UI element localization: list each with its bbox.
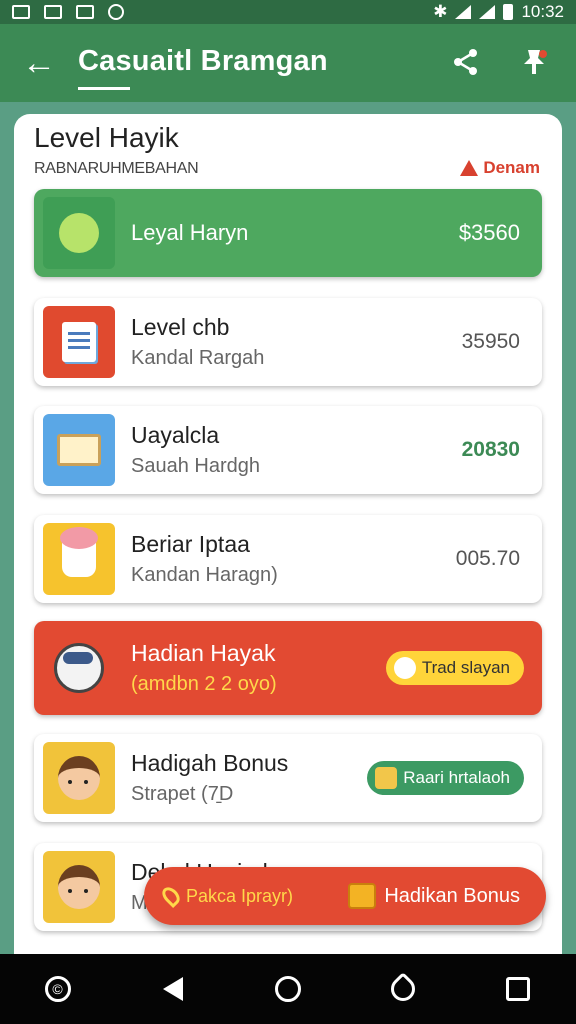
app-title: Casuaitl Bramgan: [78, 45, 328, 90]
item-thumbnail: [43, 632, 115, 704]
share-icon: [454, 49, 477, 75]
trade-pill-button[interactable]: Trad slayan: [385, 651, 524, 685]
document-icon: [62, 322, 96, 362]
character-icon: [59, 213, 99, 253]
item-subtitle: Strapet (7̱D: [131, 783, 234, 805]
location-icon: [158, 883, 184, 909]
item-subtitle: Kandal Rargah: [131, 347, 265, 369]
arrow-left-icon: ←: [22, 43, 56, 82]
item-value: 005.70: [455, 547, 520, 570]
pin-button[interactable]: [514, 42, 554, 82]
tag-icon: [386, 972, 421, 1006]
pakca-button[interactable]: Pakca Iprayr): [158, 883, 294, 909]
bluetooth-icon: ✱: [433, 2, 448, 21]
gift-icon: [348, 883, 377, 909]
battery-icon: [503, 4, 514, 20]
wifi-icon: [455, 5, 472, 19]
flag-icon: [375, 767, 398, 789]
tag-button[interactable]: [383, 969, 423, 1009]
item-thumbnail: [43, 523, 115, 595]
list-item[interactable]: Level chb Kandal Rargah 35950: [34, 298, 542, 386]
card-title: Level Hayik: [34, 122, 179, 153]
alert-label: Denam: [483, 158, 540, 177]
list-item[interactable]: Hadigah Bonus Strapet (7̱D Raari hrtalao…: [34, 734, 542, 822]
list-item[interactable]: Leyal Haryn $3560: [34, 189, 542, 277]
share-button[interactable]: [446, 42, 486, 82]
item-title: Beriar Iptaa: [131, 531, 250, 557]
recent-apps-icon: ©: [44, 976, 71, 1002]
robot-icon: [54, 643, 104, 693]
item-thumbnail: [43, 851, 115, 923]
fab-right-label: Hadikan Bonus: [384, 884, 520, 907]
board-icon: [57, 434, 101, 466]
item-subtitle: Sauah Hardgh: [131, 455, 260, 477]
alert-link[interactable]: Denam: [460, 158, 540, 178]
item-thumbnail: [43, 414, 115, 486]
ice-cream-icon: [60, 527, 98, 577]
item-title: Level chb: [131, 314, 230, 340]
item-subtitle: Kandan Haragn): [131, 564, 278, 586]
nav-back-button[interactable]: [153, 969, 193, 1009]
notification-icon: [12, 5, 30, 19]
item-value: 20830: [461, 438, 520, 461]
item-value: 35950: [461, 330, 520, 353]
bonus-button[interactable]: Hadikan Bonus: [348, 883, 520, 909]
item-title: Leyal Haryn: [131, 220, 249, 245]
system-nav-bar: ©: [0, 954, 576, 1024]
item-thumbnail: [43, 742, 115, 814]
item-value: $3560: [458, 220, 520, 245]
photo-icon: [76, 5, 94, 19]
back-button[interactable]: ←: [0, 24, 78, 102]
signal-icon: [479, 5, 496, 19]
item-thumbnail: [43, 197, 115, 269]
avatar-icon: [58, 756, 100, 800]
warning-icon: [460, 160, 479, 176]
floating-action-bar: Pakca Iprayr) Hadikan Bonus: [144, 867, 546, 925]
pin-icon: [524, 50, 547, 74]
list-item[interactable]: Hadian Hayak (amdbn 2 2 oyo) Trad slayan: [34, 621, 542, 715]
trophy-icon: [393, 657, 416, 679]
home-button[interactable]: [268, 969, 308, 1009]
pill-label: Raari hrtalaoh: [403, 768, 510, 787]
vpn-icon: [108, 4, 124, 20]
overview-button[interactable]: [498, 969, 538, 1009]
status-bar: ✱ 10:32: [0, 0, 576, 24]
card-subtitle: RABNARUHMEBAHAN: [34, 160, 199, 177]
item-title: Hadian Hayak: [131, 640, 276, 666]
item-title: Uayalcla: [131, 422, 220, 448]
fab-left-label: Pakca Iprayr): [186, 885, 294, 906]
status-time: 10:32: [521, 2, 564, 21]
level-card: Level Hayik RABNARUHMEBAHAN Denam Leyal …: [14, 114, 562, 974]
item-subtitle: (amdbn 2 2 oyo): [131, 673, 277, 695]
avatar-icon: [58, 865, 100, 909]
recent-apps-button[interactable]: ©: [38, 969, 78, 1009]
back-icon: [162, 977, 183, 1001]
app-bar: ← Casuaitl Bramgan: [0, 24, 576, 102]
overview-icon: [506, 977, 531, 1001]
item-title: Hadigah Bonus: [131, 750, 289, 776]
item-thumbnail: [43, 306, 115, 378]
home-icon: [274, 976, 301, 1002]
list-item[interactable]: Uayalcla Sauah Hardgh 20830: [34, 406, 542, 494]
pill-label: Trad slayan: [421, 658, 510, 677]
image-icon: [44, 5, 62, 19]
list-item[interactable]: Beriar Iptaa Kandan Haragn) 005.70: [34, 515, 542, 603]
reward-pill-button[interactable]: Raari hrtalaoh: [367, 761, 524, 795]
